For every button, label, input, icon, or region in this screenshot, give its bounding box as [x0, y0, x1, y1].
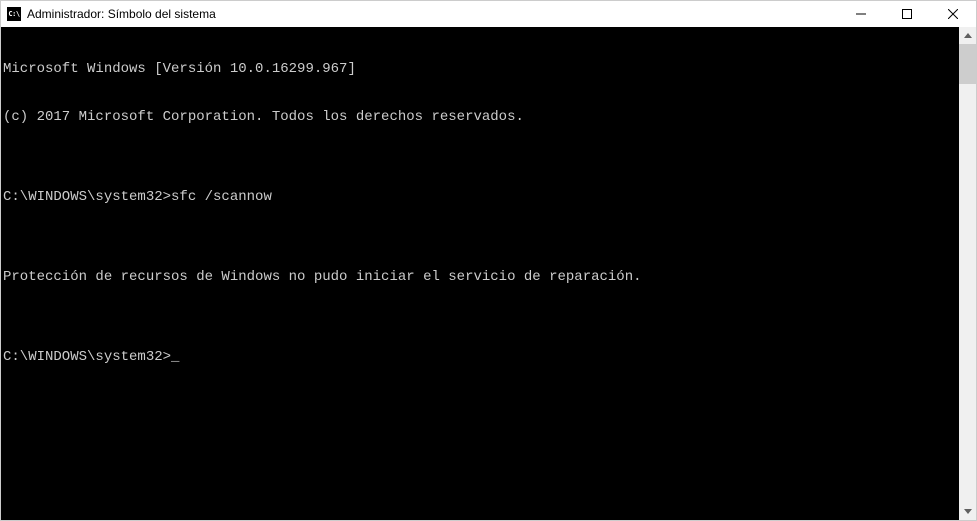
- scroll-thumb[interactable]: [959, 44, 976, 84]
- chevron-down-icon: [964, 509, 972, 514]
- minimize-icon: [856, 9, 866, 19]
- maximize-button[interactable]: [884, 1, 930, 27]
- cmd-icon: C:\: [7, 7, 21, 21]
- scroll-up-arrow[interactable]: [959, 27, 976, 44]
- cursor: _: [171, 349, 179, 365]
- console-line: Microsoft Windows [Versión 10.0.16299.96…: [3, 61, 959, 77]
- window-controls: [838, 1, 976, 27]
- scroll-track[interactable]: [959, 44, 976, 503]
- window-title: Administrador: Símbolo del sistema: [27, 7, 838, 21]
- vertical-scrollbar[interactable]: [959, 27, 976, 520]
- titlebar[interactable]: C:\ Administrador: Símbolo del sistema: [1, 1, 976, 27]
- console-area: Microsoft Windows [Versión 10.0.16299.96…: [1, 27, 976, 520]
- console-output[interactable]: Microsoft Windows [Versión 10.0.16299.96…: [1, 27, 959, 520]
- chevron-up-icon: [964, 33, 972, 38]
- scroll-down-arrow[interactable]: [959, 503, 976, 520]
- close-icon: [948, 9, 958, 19]
- prompt-text: C:\WINDOWS\system32>: [3, 349, 171, 365]
- maximize-icon: [902, 9, 912, 19]
- close-button[interactable]: [930, 1, 976, 27]
- console-line: (c) 2017 Microsoft Corporation. Todos lo…: [3, 109, 959, 125]
- console-line: Protección de recursos de Windows no pud…: [3, 269, 959, 285]
- console-line: C:\WINDOWS\system32>sfc /scannow: [3, 189, 959, 205]
- minimize-button[interactable]: [838, 1, 884, 27]
- console-prompt-line: C:\WINDOWS\system32>_: [3, 349, 959, 365]
- command-prompt-window: C:\ Administrador: Símbolo del sistema M…: [0, 0, 977, 521]
